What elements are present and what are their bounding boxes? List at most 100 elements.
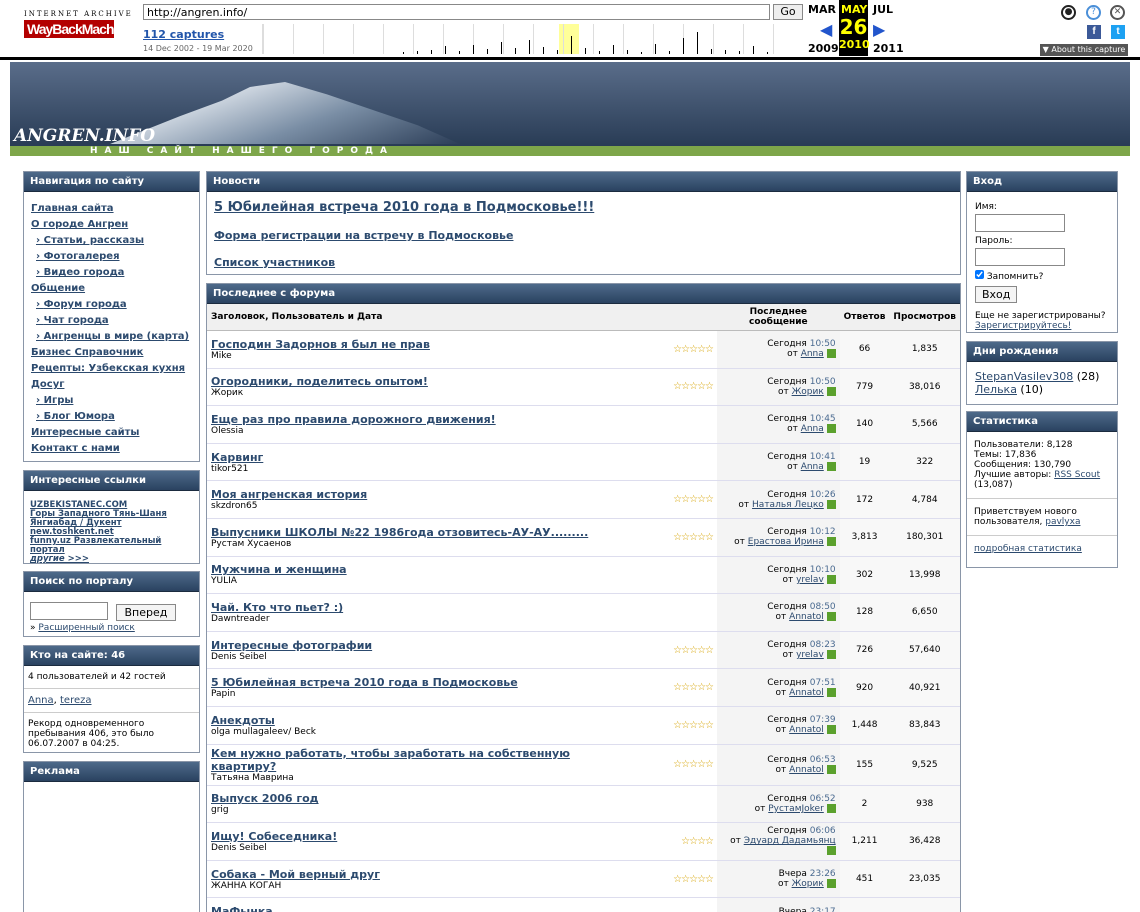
close-icon[interactable]: ✕ — [1110, 5, 1125, 20]
register-link[interactable]: Зарегистрируйтесь! — [975, 321, 1071, 331]
go-to-post-icon[interactable] — [826, 803, 836, 813]
go-to-post-icon[interactable] — [826, 424, 836, 434]
last-post-author-link[interactable]: yrelav — [796, 575, 824, 585]
topic-title-link[interactable]: Собака - Мой верный друг — [211, 868, 633, 881]
go-to-post-icon[interactable] — [826, 687, 836, 697]
nav-item[interactable]: Форум города — [31, 297, 192, 313]
topic-title-link[interactable]: Мужчина и женщина — [211, 563, 633, 576]
topic-title-link[interactable]: Интересные фотографии — [211, 639, 633, 652]
advanced-search-link[interactable]: Расширенный поиск — [38, 623, 134, 633]
topic-title-link[interactable]: Чай. Кто что пьет? :) — [211, 601, 633, 614]
remember-checkbox[interactable] — [975, 270, 984, 279]
go-to-post-icon[interactable] — [826, 386, 836, 396]
go-to-post-icon[interactable] — [826, 462, 836, 472]
nav-item[interactable]: О городе Ангрен — [31, 217, 192, 233]
birthday-user[interactable]: Лелька — [975, 383, 1017, 396]
last-post-author-link[interactable]: Наталья Лецко — [752, 500, 824, 510]
last-post-author-link[interactable]: Annatol — [789, 612, 824, 622]
nav-item[interactable]: Контакт с нами — [31, 441, 192, 457]
news-link[interactable]: Форма регистрации на встречу в Подмосков… — [214, 229, 953, 242]
news-headline[interactable]: 5 Юбилейная встреча 2010 года в Подмоско… — [214, 200, 953, 215]
birthday-user[interactable]: StepanVasilev308 — [975, 370, 1073, 383]
last-post-author-link[interactable]: Annatol — [789, 688, 824, 698]
new-user-link[interactable]: pavlyxa — [1045, 517, 1080, 527]
nav-item[interactable]: Общение — [31, 281, 192, 297]
go-to-post-icon[interactable] — [826, 499, 836, 509]
wayback-go-button[interactable]: Go — [773, 4, 803, 20]
nav-item[interactable]: Ангренцы в мире (карта) — [31, 329, 192, 345]
next-month[interactable]: JUL — [873, 3, 893, 16]
last-post-author-link[interactable]: Anna — [801, 462, 824, 472]
prev-year[interactable]: 2009 — [808, 42, 839, 55]
password-input[interactable] — [975, 248, 1065, 266]
last-post-author-link[interactable]: Жорик — [792, 387, 824, 397]
nav-item[interactable]: Интересные сайты — [31, 425, 192, 441]
interesting-link[interactable]: funny.uz Развлекательный портал — [30, 537, 193, 555]
topic-title-link[interactable]: Моя ангренская история — [211, 488, 633, 501]
topic-title-link[interactable]: Карвинг — [211, 451, 633, 464]
nav-item[interactable]: Статьи, рассказы — [31, 233, 192, 249]
search-button[interactable]: Вперед — [115, 603, 177, 621]
wayback-logo[interactable]: WayBackMachine — [24, 20, 132, 38]
go-to-post-icon[interactable] — [826, 879, 836, 889]
go-to-post-icon[interactable] — [826, 612, 836, 622]
go-to-post-icon[interactable] — [826, 349, 836, 359]
topic-title-link[interactable]: Господин Задорнов я был не прав — [211, 338, 633, 351]
next-year[interactable]: 2011 — [873, 42, 904, 55]
last-post-author-link[interactable]: Anna — [801, 349, 824, 359]
last-post-author-link[interactable]: Annatol — [789, 725, 824, 735]
nav-item[interactable]: Фотогалерея — [31, 249, 192, 265]
about-capture-button[interactable]: ▼ About this capture — [1040, 44, 1128, 56]
nav-item[interactable]: Рецепты: Узбекская кухня — [31, 361, 192, 377]
news-link[interactable]: Список участников — [214, 256, 953, 269]
detailed-stats-link[interactable]: подробная статистика — [974, 544, 1082, 554]
prev-month[interactable]: MAR — [808, 3, 836, 16]
nav-item[interactable]: Игры — [31, 393, 192, 409]
facebook-icon[interactable]: f — [1087, 25, 1101, 39]
last-post-author-link[interactable]: Annatol — [789, 765, 824, 775]
next-capture-icon[interactable]: ▶ — [873, 20, 885, 39]
search-input[interactable] — [30, 602, 108, 620]
go-to-post-icon[interactable] — [826, 725, 836, 735]
topic-title-link[interactable]: МаФынка... — [211, 905, 633, 912]
online-user[interactable]: tereza — [60, 695, 92, 706]
topic-title-link[interactable]: Огородники, поделитесь опытом! — [211, 375, 633, 388]
account-icon[interactable]: ● — [1061, 5, 1076, 20]
online-user[interactable]: Anna — [28, 695, 54, 706]
last-post-author-link[interactable]: Ерастова Ирина — [748, 537, 824, 547]
topic-title-link[interactable]: Анекдоты — [211, 714, 633, 727]
interesting-link[interactable]: другие >>> — [30, 555, 193, 564]
twitter-icon[interactable]: t — [1111, 25, 1125, 39]
nav-item[interactable]: Чат города — [31, 313, 192, 329]
go-to-post-icon[interactable] — [826, 764, 836, 774]
topic-title-link[interactable]: Еще раз про правила дорожного движения! — [211, 413, 633, 426]
last-post-author-link[interactable]: Эдуард Дадамьянц — [744, 836, 836, 846]
capture-sparkline[interactable] — [262, 24, 802, 54]
site-title[interactable]: ANGREN.INFO — [14, 126, 155, 146]
topic-title-link[interactable]: 5 Юбилейная встреча 2010 года в Подмоско… — [211, 676, 633, 689]
wayback-url-input[interactable]: http://angren.info/ — [143, 4, 770, 20]
topic-title-link[interactable]: Ищу! Собеседника! — [211, 830, 633, 843]
nav-item[interactable]: Досуг — [31, 377, 192, 393]
login-button[interactable]: Вход — [975, 286, 1018, 303]
last-post-author-link[interactable]: РустамJoker — [768, 804, 824, 814]
go-to-post-icon[interactable] — [826, 574, 836, 584]
username-input[interactable] — [975, 214, 1065, 232]
go-to-post-icon[interactable] — [826, 650, 836, 660]
prev-capture-icon[interactable]: ◀ — [820, 20, 832, 39]
nav-item[interactable]: Блог Юмора — [31, 409, 192, 425]
nav-item[interactable]: Главная сайта — [31, 201, 192, 217]
last-post-author-link[interactable]: Жорик — [792, 879, 824, 889]
last-post-author-link[interactable]: yrelav — [796, 650, 824, 660]
nav-item[interactable]: Бизнес Справочник — [31, 345, 192, 361]
go-to-post-icon[interactable] — [826, 537, 836, 547]
go-to-post-icon[interactable] — [826, 846, 836, 856]
topic-title-link[interactable]: Выпусники ШКОЛЫ №22 1986года отзовитесь-… — [211, 526, 633, 539]
topic-title-link[interactable]: Выпуск 2006 год — [211, 792, 633, 805]
help-icon[interactable]: ? — [1086, 5, 1101, 20]
captures-link[interactable]: 112 captures — [143, 28, 224, 41]
best-author-link[interactable]: RSS Scout — [1054, 470, 1100, 480]
topic-title-link[interactable]: Кем нужно работать, чтобы заработать на … — [211, 747, 633, 773]
nav-item[interactable]: Видео города — [31, 265, 192, 281]
last-post-author-link[interactable]: Anna — [801, 424, 824, 434]
